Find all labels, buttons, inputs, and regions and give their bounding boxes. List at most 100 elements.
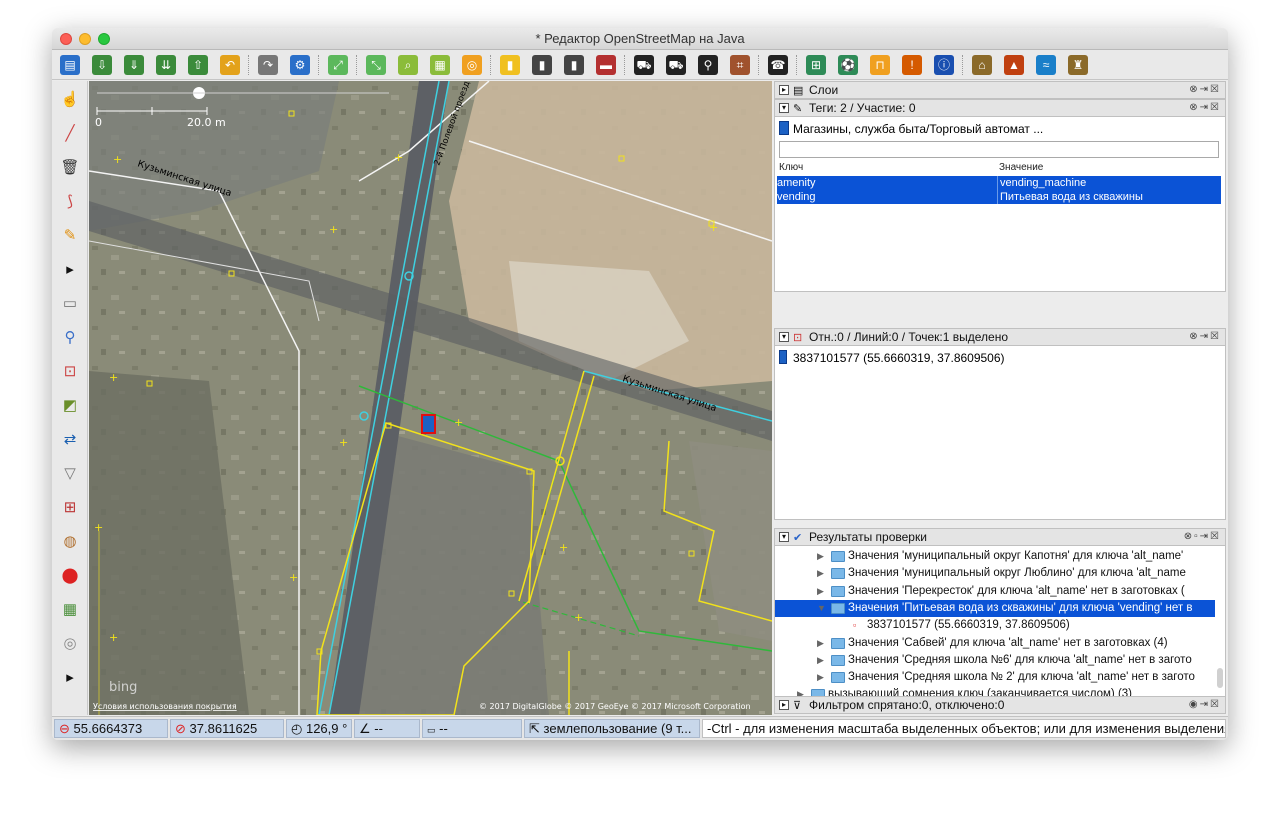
validation-item[interactable]: ▶ Значения 'муниципальный округ Капотня' … bbox=[775, 548, 1215, 565]
tag-filter-input[interactable] bbox=[779, 141, 1219, 158]
pencil-icon[interactable]: ✎ bbox=[58, 223, 82, 247]
phone-icon[interactable]: ☎ bbox=[766, 53, 790, 77]
panel-controls[interactable]: ◉⇥☒ bbox=[1189, 697, 1221, 713]
vertical-scrollbar[interactable] bbox=[1217, 668, 1223, 688]
tag-value[interactable]: vending_machine bbox=[997, 176, 1221, 190]
validation-item-label: Значения 'Средняя школа № 2' для ключа '… bbox=[848, 671, 1195, 684]
expand-toggle-icon[interactable]: ▸ bbox=[779, 85, 789, 95]
layers-icon[interactable]: ▭ bbox=[58, 291, 82, 315]
chevron-right-icon[interactable]: ▶ bbox=[817, 652, 824, 669]
marker-icon[interactable]: ⬤ bbox=[58, 563, 82, 587]
wms-icon[interactable]: ▦ bbox=[428, 53, 452, 77]
validation-item[interactable]: ▶ Значения 'Средняя школа №6' для ключа '… bbox=[775, 652, 1215, 669]
more-icon[interactable]: ▸ bbox=[58, 257, 82, 281]
traffic-light-icon[interactable]: ▮ bbox=[498, 53, 522, 77]
peak-icon[interactable]: ▲ bbox=[1002, 53, 1026, 77]
collapse-toggle-icon[interactable]: ▾ bbox=[779, 332, 789, 342]
validation-child-item[interactable]: ▫ 3837101577 (55.6660319, 37.8609506) bbox=[775, 617, 1215, 634]
panel-controls[interactable]: ⊗⇥☒ bbox=[1189, 329, 1221, 345]
chevron-right-icon[interactable]: ▶ bbox=[817, 548, 824, 565]
search-icon[interactable]: ⌕ bbox=[396, 53, 420, 77]
zoom-all-icon[interactable]: ⤢ bbox=[326, 53, 350, 77]
panel-controls[interactable]: ⊗▫⇥☒ bbox=[1184, 529, 1221, 545]
chevron-right-icon[interactable]: ▶ bbox=[817, 635, 824, 652]
panel-controls[interactable]: ⊗⇥☒ bbox=[1189, 100, 1221, 116]
chart-icon[interactable]: ▦ bbox=[58, 597, 82, 621]
palette-icon[interactable]: ◍ bbox=[58, 529, 82, 553]
upload-icon: ⇧ bbox=[188, 55, 208, 75]
tags-panel-header[interactable]: ▾ ✎ Теги: 2 / Участие: 0 ⊗⇥☒ bbox=[774, 99, 1226, 117]
filter-icon[interactable]: ▽ bbox=[58, 461, 82, 485]
map-canvas[interactable]: + ++ +++ +++ +++ 0 20.0 m Кузьминская ули… bbox=[89, 81, 772, 715]
maximize-window-button[interactable] bbox=[98, 33, 110, 45]
preset-label[interactable]: Магазины, служба быта/Торговый автомат .… bbox=[779, 121, 1043, 136]
wall-icon[interactable]: ▬ bbox=[594, 53, 618, 77]
selected-object[interactable]: 3837101577 (55.6660319, 37.8609506) bbox=[779, 350, 1005, 365]
chevron-right-icon[interactable]: ▶ bbox=[817, 669, 824, 686]
delete-icon[interactable]: 🗑 bbox=[58, 155, 82, 179]
railway-icon[interactable]: ⌗ bbox=[728, 53, 752, 77]
chevron-right-icon[interactable]: ▶ bbox=[817, 565, 824, 582]
presets-icon[interactable]: ◩ bbox=[58, 393, 82, 417]
industrial-icon[interactable]: ⌂ bbox=[970, 53, 994, 77]
zoom-selection-icon[interactable]: ⤡ bbox=[364, 53, 388, 77]
collapse-toggle-icon[interactable]: ▾ bbox=[779, 103, 789, 113]
tags-icon[interactable]: ⚲ bbox=[58, 325, 82, 349]
validation-item[interactable]: ▶ Значения 'Сабвей' для ключа 'alt_name' … bbox=[775, 635, 1215, 652]
globe-icon[interactable]: ◎ bbox=[58, 631, 82, 655]
relations-icon[interactable]: ⊡ bbox=[58, 359, 82, 383]
tag-row[interactable]: amenity vending_machine bbox=[777, 176, 1221, 190]
filter-panel-header[interactable]: ▸ ⊽ Фильтром спрятано:0, отключено:0 ◉⇥☒ bbox=[774, 696, 1226, 714]
tag-key[interactable]: vending bbox=[777, 190, 997, 204]
value-column-header[interactable]: Значение bbox=[999, 162, 1043, 173]
validation-item[interactable]: ▶ Значения 'Перекресток' для ключа 'alt_n… bbox=[775, 583, 1215, 600]
validation-panel-header[interactable]: ▾ ✔ Результаты проверки ⊗▫⇥☒ bbox=[774, 528, 1226, 546]
redo-icon[interactable]: ↷ bbox=[256, 53, 280, 77]
warning-icon[interactable]: ! bbox=[900, 53, 924, 77]
imagery-terms-link[interactable]: Условия использования покрытия bbox=[93, 702, 237, 711]
select-icon[interactable]: ☝ bbox=[58, 87, 82, 111]
key-column-header[interactable]: Ключ bbox=[779, 162, 803, 173]
upload-icon[interactable]: ⇧ bbox=[186, 53, 210, 77]
validation-item[interactable]: ▼ Значения 'Питьевая вода из скважины' дл… bbox=[775, 599, 1215, 617]
download-more-icon[interactable]: ⇊ bbox=[154, 53, 178, 77]
new-icon[interactable]: ▤ bbox=[58, 53, 82, 77]
validation-item[interactable]: ▶ Значения 'муниципальный округ Люблино' … bbox=[775, 565, 1215, 582]
lasso-icon[interactable]: ⟆ bbox=[58, 189, 82, 213]
download-icon[interactable]: ⇓ bbox=[122, 53, 146, 77]
boundary-icon[interactable]: ⊞ bbox=[804, 53, 828, 77]
swap-icon[interactable]: ⇄ bbox=[58, 427, 82, 451]
selection-panel-header[interactable]: ▾ ⊡ Отн.:0 / Линий:0 / Точек:1 выделено … bbox=[774, 328, 1226, 346]
info-icon[interactable]: ⓘ bbox=[932, 53, 956, 77]
undo-icon[interactable]: ↶ bbox=[218, 53, 242, 77]
draw-icon[interactable]: ╱ bbox=[58, 121, 82, 145]
tag-key[interactable]: amenity bbox=[777, 176, 997, 190]
open-icon[interactable]: ⇩ bbox=[90, 53, 114, 77]
overpass-icon[interactable]: ◎ bbox=[460, 53, 484, 77]
expand-toggle-icon[interactable]: ▸ bbox=[779, 700, 789, 710]
tag-value[interactable]: Питьевая вода из скважины bbox=[997, 190, 1221, 204]
minimize-window-button[interactable] bbox=[79, 33, 91, 45]
chevron-down-icon[interactable]: ▼ bbox=[817, 600, 826, 617]
bus-icon[interactable]: ⛟ bbox=[664, 53, 688, 77]
map-view[interactable]: + + + + + + + + + + + + 0 20.0 m Кузьминская ули… bbox=[89, 81, 772, 715]
panel-controls[interactable]: ⊗⇥☒ bbox=[1189, 82, 1221, 98]
collapse-toggle-icon[interactable]: ▾ bbox=[779, 532, 789, 542]
close-window-button[interactable] bbox=[60, 33, 72, 45]
chevron-right-icon[interactable]: ▶ bbox=[817, 583, 824, 600]
bicycle-icon[interactable]: ⚲ bbox=[696, 53, 720, 77]
castle-icon[interactable]: ♜ bbox=[1066, 53, 1090, 77]
shop-icon[interactable]: ⊓ bbox=[868, 53, 892, 77]
validation-item[interactable]: ▶ Значения 'Средняя школа № 2' для ключа … bbox=[775, 669, 1215, 686]
layers-panel-header[interactable]: ▸ ▤ Слои ⊗⇥☒ bbox=[774, 81, 1226, 99]
river-icon[interactable]: ≈ bbox=[1034, 53, 1058, 77]
more-icon[interactable]: ▸ bbox=[58, 665, 82, 689]
car-icon[interactable]: ⛟ bbox=[632, 53, 656, 77]
barrier-icon[interactable]: ▮ bbox=[530, 53, 554, 77]
tag-row[interactable]: vending Питьевая вода из скважины bbox=[777, 190, 1221, 204]
crossing-icon[interactable]: ▮ bbox=[562, 53, 586, 77]
preferences-icon[interactable]: ⚙ bbox=[288, 53, 312, 77]
selected-node[interactable] bbox=[421, 414, 436, 434]
gift-icon[interactable]: ⊞ bbox=[58, 495, 82, 519]
sport-icon[interactable]: ⚽ bbox=[836, 53, 860, 77]
